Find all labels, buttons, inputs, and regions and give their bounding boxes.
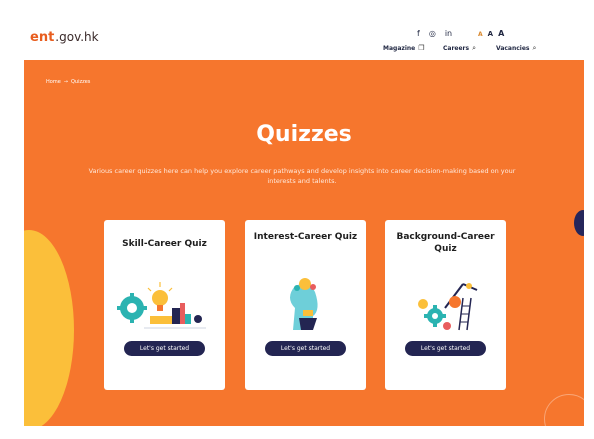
nav-careers-label: Careers [443, 45, 470, 52]
logo-domain: .gov.hk [55, 30, 99, 44]
font-size-controls: A A A [478, 29, 504, 38]
quiz-card-interest[interactable]: Interest-Career Quiz Let's get started [245, 220, 366, 390]
start-quiz-button[interactable]: Let's get started [124, 341, 205, 356]
breadcrumb-current: Quizzes [70, 79, 91, 85]
gears-idea-illustration [117, 282, 206, 329]
nav-vacancies[interactable]: Vacancies ⌕ [496, 44, 536, 53]
quiz-card-background[interactable]: Background-Career Quiz Let's get started [385, 220, 506, 390]
browser-screen: ent.gov.hk f ◎ in A A A Magazine ❐ Caree… [24, 12, 584, 426]
start-quiz-button[interactable]: Let's get started [405, 341, 486, 356]
logo-bold: ent [30, 30, 55, 45]
quiz-card-title: Skill-Career Quiz [122, 239, 207, 249]
head-profile-illustration [290, 278, 318, 330]
quiz-card-title: Background-Career Quiz [396, 232, 495, 254]
instagram-icon[interactable]: ◎ [429, 29, 436, 38]
decorative-rings [544, 394, 584, 426]
font-size-medium[interactable]: A [488, 30, 493, 38]
facebook-icon[interactable]: f [417, 29, 420, 38]
social-links: f ◎ in [417, 29, 452, 38]
nav-vacancies-label: Vacancies [496, 45, 530, 52]
breadcrumb: Home → Quizzes [46, 79, 90, 85]
start-quiz-button[interactable]: Let's get started [265, 341, 346, 356]
nav-careers[interactable]: Careers ⌕ [443, 44, 476, 53]
linkedin-icon[interactable]: in [445, 29, 452, 38]
search-icon: ⌕ [472, 44, 477, 52]
decorative-navy-shape [574, 210, 584, 236]
decorative-yellow-blob [24, 230, 74, 426]
page-title: Quizzes [256, 122, 352, 147]
gears-ladder-illustration [418, 283, 478, 331]
site-logo[interactable]: ent.gov.hk [30, 30, 99, 45]
nav-magazine[interactable]: Magazine ❐ [383, 44, 425, 52]
breadcrumb-home[interactable]: Home [46, 79, 61, 85]
search-icon: ⌕ [532, 44, 537, 52]
font-size-large[interactable]: A [498, 29, 504, 38]
quiz-card-title: Interest-Career Quiz [253, 232, 358, 242]
nav-magazine-label: Magazine [383, 44, 416, 52]
arrow-right-icon: → [63, 79, 68, 85]
quiz-card-skill[interactable]: Skill-Career Quiz Let's get started [104, 220, 225, 390]
hero-section: Home → Quizzes Quizzes Various career qu… [24, 60, 584, 426]
page-description: Various career quizzes here can help you… [88, 167, 516, 185]
font-size-small[interactable]: A [478, 31, 483, 38]
site-header: ent.gov.hk f ◎ in A A A Magazine ❐ Caree… [24, 12, 584, 60]
book-icon: ❐ [418, 44, 425, 52]
